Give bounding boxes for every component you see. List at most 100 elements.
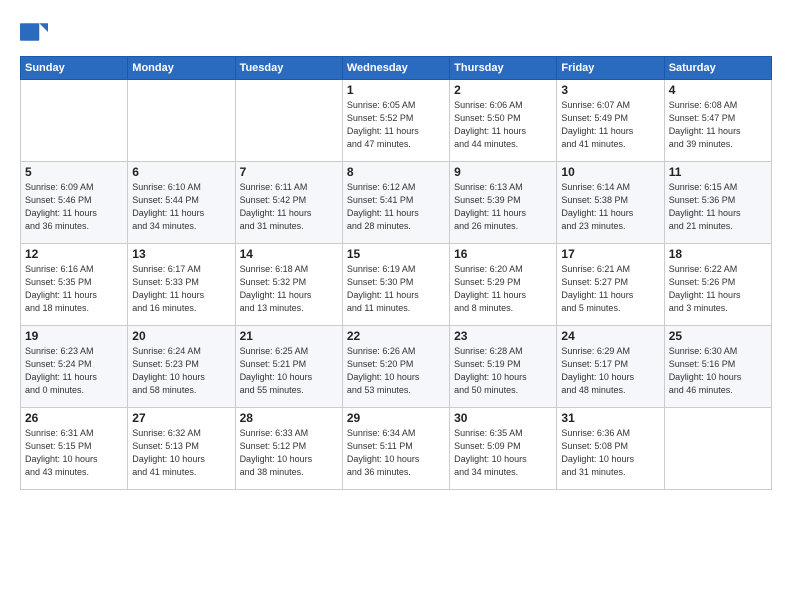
calendar-cell: 9 Sunrise: 6:13 AM Sunset: 5:39 PM Daylig…	[450, 162, 557, 244]
calendar-cell: 2 Sunrise: 6:06 AM Sunset: 5:50 PM Daylig…	[450, 80, 557, 162]
day-info: Sunrise: 6:21 AM Sunset: 5:27 PM Dayligh…	[561, 263, 659, 315]
day-number: 16	[454, 247, 552, 261]
calendar-cell: 23 Sunrise: 6:28 AM Sunset: 5:19 PM Dayli…	[450, 326, 557, 408]
calendar-cell: 24 Sunrise: 6:29 AM Sunset: 5:17 PM Dayli…	[557, 326, 664, 408]
calendar-cell: 25Sunrise: 6:30 AM Sunset: 5:16 PM Dayli…	[664, 326, 771, 408]
calendar-cell: 19Sunrise: 6:23 AM Sunset: 5:24 PM Dayli…	[21, 326, 128, 408]
calendar-week-2: 5 Sunrise: 6:09 AM Sunset: 5:46 PM Daylig…	[21, 162, 772, 244]
col-header-friday: Friday	[557, 57, 664, 80]
calendar-cell: 16 Sunrise: 6:20 AM Sunset: 5:29 PM Dayli…	[450, 244, 557, 326]
day-info: Sunrise: 6:33 AM Sunset: 5:12 PM Dayligh…	[240, 427, 338, 479]
day-number: 5	[25, 165, 123, 179]
calendar-week-3: 12 Sunrise: 6:16 AM Sunset: 5:35 PM Dayli…	[21, 244, 772, 326]
day-number: 22	[347, 329, 445, 343]
calendar-cell: 18 Sunrise: 6:22 AM Sunset: 5:26 PM Dayli…	[664, 244, 771, 326]
day-info: Sunrise: 6:35 AM Sunset: 5:09 PM Dayligh…	[454, 427, 552, 479]
calendar-week-4: 19Sunrise: 6:23 AM Sunset: 5:24 PM Dayli…	[21, 326, 772, 408]
calendar-header-row: SundayMondayTuesdayWednesdayThursdayFrid…	[21, 57, 772, 80]
day-info: Sunrise: 6:34 AM Sunset: 5:11 PM Dayligh…	[347, 427, 445, 479]
calendar-cell	[664, 408, 771, 490]
day-number: 31	[561, 411, 659, 425]
day-number: 21	[240, 329, 338, 343]
day-info: Sunrise: 6:36 AM Sunset: 5:08 PM Dayligh…	[561, 427, 659, 479]
day-info: Sunrise: 6:23 AM Sunset: 5:24 PM Dayligh…	[25, 345, 123, 397]
calendar-cell: 13 Sunrise: 6:17 AM Sunset: 5:33 PM Dayli…	[128, 244, 235, 326]
calendar-cell: 28 Sunrise: 6:33 AM Sunset: 5:12 PM Dayli…	[235, 408, 342, 490]
calendar-cell: 31 Sunrise: 6:36 AM Sunset: 5:08 PM Dayli…	[557, 408, 664, 490]
logo-icon	[20, 18, 48, 46]
day-info: Sunrise: 6:06 AM Sunset: 5:50 PM Dayligh…	[454, 99, 552, 151]
day-info: Sunrise: 6:24 AM Sunset: 5:23 PM Dayligh…	[132, 345, 230, 397]
day-number: 12	[25, 247, 123, 261]
day-number: 4	[669, 83, 767, 97]
day-number: 14	[240, 247, 338, 261]
day-info: Sunrise: 6:18 AM Sunset: 5:32 PM Dayligh…	[240, 263, 338, 315]
col-header-saturday: Saturday	[664, 57, 771, 80]
day-info: Sunrise: 6:13 AM Sunset: 5:39 PM Dayligh…	[454, 181, 552, 233]
day-info: Sunrise: 6:17 AM Sunset: 5:33 PM Dayligh…	[132, 263, 230, 315]
col-header-sunday: Sunday	[21, 57, 128, 80]
day-number: 6	[132, 165, 230, 179]
calendar-cell: 20Sunrise: 6:24 AM Sunset: 5:23 PM Dayli…	[128, 326, 235, 408]
day-number: 10	[561, 165, 659, 179]
calendar-cell: 29 Sunrise: 6:34 AM Sunset: 5:11 PM Dayli…	[342, 408, 449, 490]
day-number: 7	[240, 165, 338, 179]
day-info: Sunrise: 6:05 AM Sunset: 5:52 PM Dayligh…	[347, 99, 445, 151]
calendar-cell: 22 Sunrise: 6:26 AM Sunset: 5:20 PM Dayli…	[342, 326, 449, 408]
calendar-cell: 5 Sunrise: 6:09 AM Sunset: 5:46 PM Daylig…	[21, 162, 128, 244]
day-number: 29	[347, 411, 445, 425]
day-info: Sunrise: 6:16 AM Sunset: 5:35 PM Dayligh…	[25, 263, 123, 315]
calendar-week-1: 1 Sunrise: 6:05 AM Sunset: 5:52 PM Daylig…	[21, 80, 772, 162]
day-number: 26	[25, 411, 123, 425]
calendar-cell: 7Sunrise: 6:11 AM Sunset: 5:42 PM Daylig…	[235, 162, 342, 244]
col-header-monday: Monday	[128, 57, 235, 80]
calendar-week-5: 26Sunrise: 6:31 AM Sunset: 5:15 PM Dayli…	[21, 408, 772, 490]
calendar-cell: 3 Sunrise: 6:07 AM Sunset: 5:49 PM Daylig…	[557, 80, 664, 162]
day-number: 13	[132, 247, 230, 261]
day-info: Sunrise: 6:14 AM Sunset: 5:38 PM Dayligh…	[561, 181, 659, 233]
day-number: 8	[347, 165, 445, 179]
day-info: Sunrise: 6:22 AM Sunset: 5:26 PM Dayligh…	[669, 263, 767, 315]
day-info: Sunrise: 6:26 AM Sunset: 5:20 PM Dayligh…	[347, 345, 445, 397]
calendar-cell: 14 Sunrise: 6:18 AM Sunset: 5:32 PM Dayli…	[235, 244, 342, 326]
calendar: SundayMondayTuesdayWednesdayThursdayFrid…	[20, 56, 772, 490]
day-info: Sunrise: 6:09 AM Sunset: 5:46 PM Dayligh…	[25, 181, 123, 233]
day-info: Sunrise: 6:28 AM Sunset: 5:19 PM Dayligh…	[454, 345, 552, 397]
calendar-cell: 27 Sunrise: 6:32 AM Sunset: 5:13 PM Dayli…	[128, 408, 235, 490]
day-info: Sunrise: 6:20 AM Sunset: 5:29 PM Dayligh…	[454, 263, 552, 315]
page: SundayMondayTuesdayWednesdayThursdayFrid…	[0, 0, 792, 612]
calendar-cell: 10 Sunrise: 6:14 AM Sunset: 5:38 PM Dayli…	[557, 162, 664, 244]
day-number: 2	[454, 83, 552, 97]
calendar-cell: 11 Sunrise: 6:15 AM Sunset: 5:36 PM Dayli…	[664, 162, 771, 244]
col-header-thursday: Thursday	[450, 57, 557, 80]
calendar-cell: 15Sunrise: 6:19 AM Sunset: 5:30 PM Dayli…	[342, 244, 449, 326]
day-info: Sunrise: 6:19 AM Sunset: 5:30 PM Dayligh…	[347, 263, 445, 315]
day-info: Sunrise: 6:15 AM Sunset: 5:36 PM Dayligh…	[669, 181, 767, 233]
calendar-cell: 30Sunrise: 6:35 AM Sunset: 5:09 PM Dayli…	[450, 408, 557, 490]
day-number: 18	[669, 247, 767, 261]
calendar-cell: 1 Sunrise: 6:05 AM Sunset: 5:52 PM Daylig…	[342, 80, 449, 162]
calendar-cell	[21, 80, 128, 162]
day-number: 3	[561, 83, 659, 97]
day-number: 28	[240, 411, 338, 425]
day-info: Sunrise: 6:25 AM Sunset: 5:21 PM Dayligh…	[240, 345, 338, 397]
col-header-wednesday: Wednesday	[342, 57, 449, 80]
calendar-cell: 6 Sunrise: 6:10 AM Sunset: 5:44 PM Daylig…	[128, 162, 235, 244]
day-number: 17	[561, 247, 659, 261]
day-number: 24	[561, 329, 659, 343]
calendar-cell: 17 Sunrise: 6:21 AM Sunset: 5:27 PM Dayli…	[557, 244, 664, 326]
day-number: 11	[669, 165, 767, 179]
day-info: Sunrise: 6:08 AM Sunset: 5:47 PM Dayligh…	[669, 99, 767, 151]
day-info: Sunrise: 6:07 AM Sunset: 5:49 PM Dayligh…	[561, 99, 659, 151]
day-number: 27	[132, 411, 230, 425]
day-info: Sunrise: 6:32 AM Sunset: 5:13 PM Dayligh…	[132, 427, 230, 479]
calendar-cell: 26Sunrise: 6:31 AM Sunset: 5:15 PM Dayli…	[21, 408, 128, 490]
day-number: 23	[454, 329, 552, 343]
calendar-cell: 8Sunrise: 6:12 AM Sunset: 5:41 PM Daylig…	[342, 162, 449, 244]
day-number: 9	[454, 165, 552, 179]
day-number: 1	[347, 83, 445, 97]
day-info: Sunrise: 6:29 AM Sunset: 5:17 PM Dayligh…	[561, 345, 659, 397]
day-info: Sunrise: 6:30 AM Sunset: 5:16 PM Dayligh…	[669, 345, 767, 397]
calendar-cell: 21 Sunrise: 6:25 AM Sunset: 5:21 PM Dayli…	[235, 326, 342, 408]
day-info: Sunrise: 6:10 AM Sunset: 5:44 PM Dayligh…	[132, 181, 230, 233]
